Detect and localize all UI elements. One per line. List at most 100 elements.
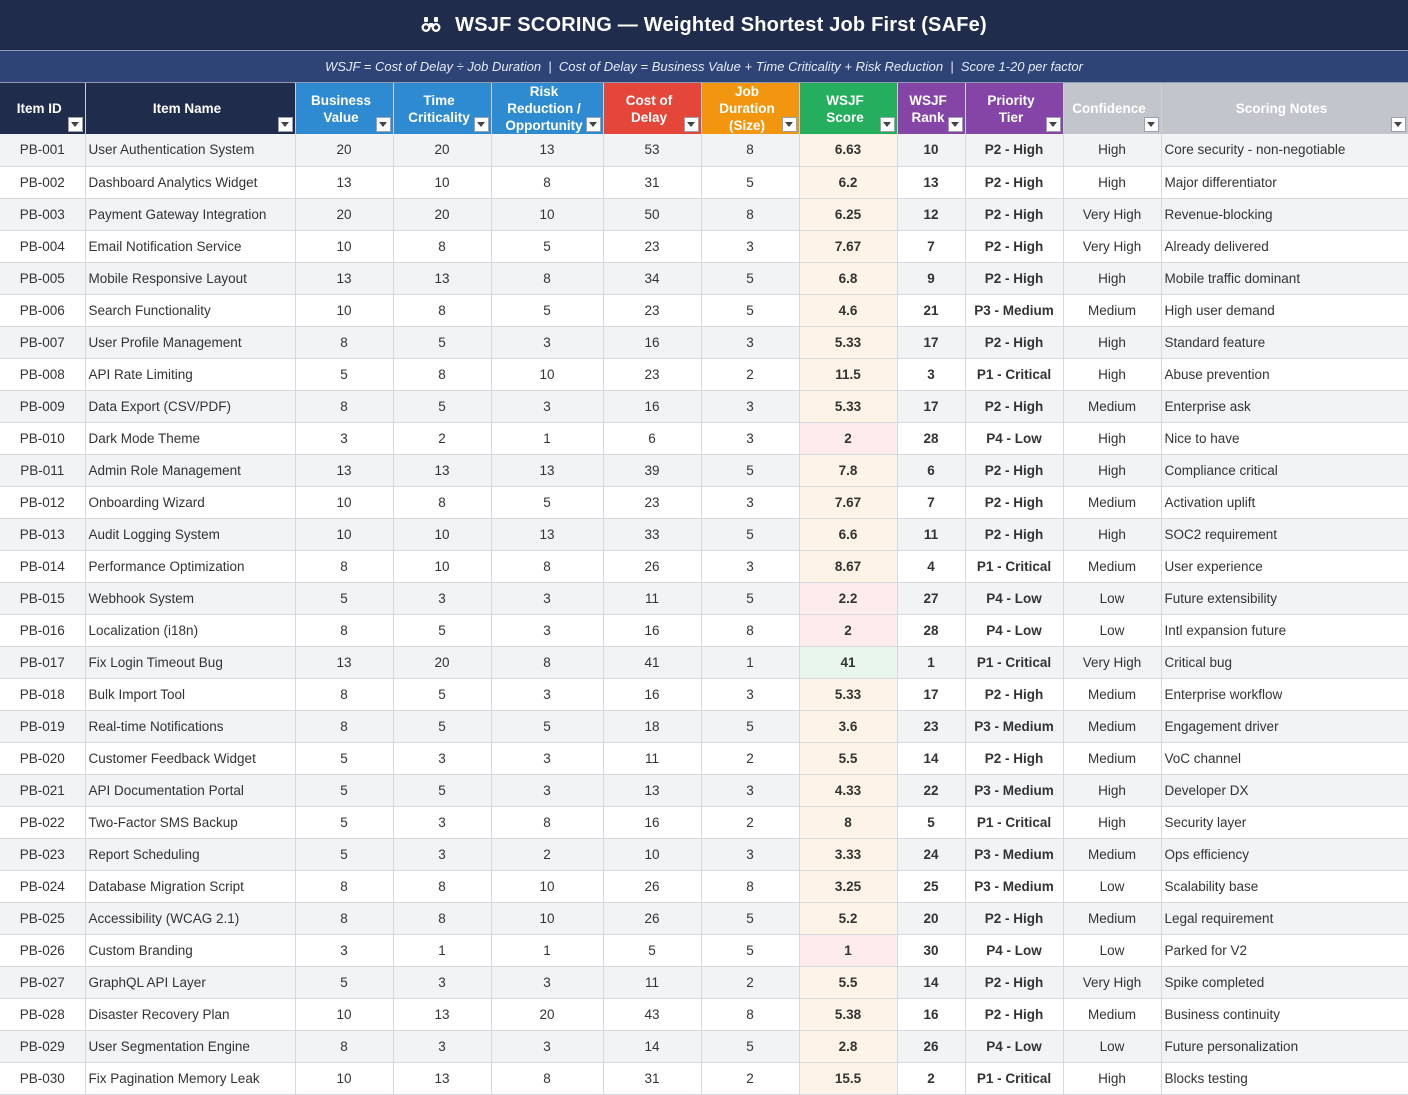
business-value-cell[interactable]: 8 — [295, 614, 394, 647]
confidence-cell[interactable]: Low — [1063, 1030, 1162, 1063]
business-value-cell[interactable]: 5 — [295, 582, 394, 615]
job-duration-cell[interactable]: 5 — [701, 518, 800, 551]
priority-tier-cell[interactable]: P2 - High — [965, 326, 1064, 359]
column-header-wsjf-score[interactable]: WSJF Score — [799, 83, 898, 134]
scoring-notes-cell[interactable]: Mobile traffic dominant — [1161, 262, 1408, 295]
scoring-notes-cell[interactable]: Activation uplift — [1161, 486, 1408, 519]
job-duration-cell[interactable]: 3 — [701, 422, 800, 455]
confidence-cell[interactable]: High — [1063, 166, 1162, 199]
cost-of-delay-cell[interactable]: 26 — [603, 550, 702, 583]
priority-tier-cell[interactable]: P4 - Low — [965, 934, 1064, 967]
item-name-cell[interactable]: Bulk Import Tool — [85, 678, 296, 711]
wsjf-score-cell[interactable]: 4.6 — [799, 294, 898, 327]
cost-of-delay-cell[interactable]: 39 — [603, 454, 702, 487]
confidence-cell[interactable]: Very High — [1063, 198, 1162, 231]
column-header-cost-of-delay[interactable]: Cost of Delay — [603, 83, 702, 134]
scoring-notes-cell[interactable]: Enterprise ask — [1161, 390, 1408, 423]
item-name-cell[interactable]: Payment Gateway Integration — [85, 198, 296, 231]
cost-of-delay-cell[interactable]: 16 — [603, 614, 702, 647]
column-header-business-value[interactable]: Business Value — [295, 83, 394, 134]
scoring-notes-cell[interactable]: Developer DX — [1161, 774, 1408, 807]
column-header-wsjf-rank[interactable]: WSJF Rank — [897, 83, 966, 134]
wsjf-score-cell[interactable]: 15.5 — [799, 1062, 898, 1095]
risk-reduction-cell[interactable]: 8 — [491, 806, 604, 839]
scoring-notes-cell[interactable]: Future extensibility — [1161, 582, 1408, 615]
scoring-notes-cell[interactable]: VoC channel — [1161, 742, 1408, 775]
table-row[interactable]: PB-006 Search Functionality 10 8 5 23 5 4.6 21 P3… — [0, 294, 1408, 327]
cost-of-delay-cell[interactable]: 50 — [603, 198, 702, 231]
confidence-cell[interactable]: Medium — [1063, 838, 1162, 871]
priority-tier-cell[interactable]: P2 - High — [965, 166, 1064, 199]
business-value-cell[interactable]: 5 — [295, 742, 394, 775]
business-value-cell[interactable]: 10 — [295, 230, 394, 263]
confidence-cell[interactable]: Medium — [1063, 710, 1162, 743]
item-name-cell[interactable]: User Authentication System — [85, 134, 296, 167]
table-row[interactable]: PB-020 Customer Feedback Widget 5 3 3 11 2 5.5 1… — [0, 742, 1408, 775]
table-row[interactable]: PB-002 Dashboard Analytics Widget 13 10 8 31 5… — [0, 166, 1408, 199]
confidence-cell[interactable]: High — [1063, 262, 1162, 295]
item-name-cell[interactable]: API Documentation Portal — [85, 774, 296, 807]
item-id-cell[interactable]: PB-007 — [0, 326, 86, 359]
wsjf-score-cell[interactable]: 3.25 — [799, 870, 898, 903]
item-id-cell[interactable]: PB-016 — [0, 614, 86, 647]
priority-tier-cell[interactable]: P3 - Medium — [965, 838, 1064, 871]
cost-of-delay-cell[interactable]: 31 — [603, 1062, 702, 1095]
wsjf-score-cell[interactable]: 2 — [799, 422, 898, 455]
priority-tier-cell[interactable]: P1 - Critical — [965, 646, 1064, 679]
table-row[interactable]: PB-010 Dark Mode Theme 3 2 1 6 3 2 28 P4 - Low Hig… — [0, 422, 1408, 455]
table-row[interactable]: PB-029 User Segmentation Engine 8 3 3 14 5 2.8 2… — [0, 1030, 1408, 1063]
wsjf-rank-cell[interactable]: 3 — [897, 358, 966, 391]
scoring-notes-cell[interactable]: Blocks testing — [1161, 1062, 1408, 1095]
time-criticality-cell[interactable]: 13 — [393, 454, 492, 487]
table-row[interactable]: PB-015 Webhook System 5 3 3 11 5 2.2 27 P4 - Low L… — [0, 582, 1408, 615]
table-row[interactable]: PB-026 Custom Branding 3 1 1 5 5 1 30 P4 - Low Low… — [0, 934, 1408, 967]
cost-of-delay-cell[interactable]: 11 — [603, 966, 702, 999]
item-id-cell[interactable]: PB-001 — [0, 134, 86, 167]
table-row[interactable]: PB-014 Performance Optimization 8 10 8 26 3 8.6… — [0, 550, 1408, 583]
table-row[interactable]: PB-025 Accessibility (WCAG 2.1) 8 8 10 26 5 5.2… — [0, 902, 1408, 935]
filter-dropdown-icon[interactable] — [1143, 117, 1159, 132]
confidence-cell[interactable]: High — [1063, 326, 1162, 359]
cost-of-delay-cell[interactable]: 26 — [603, 870, 702, 903]
scoring-notes-cell[interactable]: Spike completed — [1161, 966, 1408, 999]
time-criticality-cell[interactable]: 5 — [393, 710, 492, 743]
item-id-cell[interactable]: PB-019 — [0, 710, 86, 743]
item-name-cell[interactable]: Dark Mode Theme — [85, 422, 296, 455]
job-duration-cell[interactable]: 5 — [701, 902, 800, 935]
wsjf-rank-cell[interactable]: 28 — [897, 614, 966, 647]
column-header-confidence[interactable]: Confidence — [1063, 83, 1162, 134]
cost-of-delay-cell[interactable]: 16 — [603, 326, 702, 359]
risk-reduction-cell[interactable]: 13 — [491, 454, 604, 487]
risk-reduction-cell[interactable]: 13 — [491, 518, 604, 551]
priority-tier-cell[interactable]: P4 - Low — [965, 614, 1064, 647]
scoring-notes-cell[interactable]: Core security - non-negotiable — [1161, 134, 1408, 167]
wsjf-rank-cell[interactable]: 9 — [897, 262, 966, 295]
priority-tier-cell[interactable]: P3 - Medium — [965, 710, 1064, 743]
priority-tier-cell[interactable]: P4 - Low — [965, 1030, 1064, 1063]
table-row[interactable]: PB-003 Payment Gateway Integration 20 20 10 5… — [0, 198, 1408, 231]
confidence-cell[interactable]: High — [1063, 518, 1162, 551]
confidence-cell[interactable]: Very High — [1063, 966, 1162, 999]
column-header-job-duration[interactable]: Job Duration (Size) — [701, 83, 800, 134]
business-value-cell[interactable]: 20 — [295, 198, 394, 231]
business-value-cell[interactable]: 13 — [295, 646, 394, 679]
item-name-cell[interactable]: Search Functionality — [85, 294, 296, 327]
business-value-cell[interactable]: 5 — [295, 774, 394, 807]
cost-of-delay-cell[interactable]: 23 — [603, 358, 702, 391]
cost-of-delay-cell[interactable]: 6 — [603, 422, 702, 455]
priority-tier-cell[interactable]: P2 - High — [965, 486, 1064, 519]
risk-reduction-cell[interactable]: 5 — [491, 710, 604, 743]
wsjf-rank-cell[interactable]: 11 — [897, 518, 966, 551]
wsjf-score-cell[interactable]: 8.67 — [799, 550, 898, 583]
priority-tier-cell[interactable]: P2 - High — [965, 262, 1064, 295]
scoring-notes-cell[interactable]: High user demand — [1161, 294, 1408, 327]
item-name-cell[interactable]: Mobile Responsive Layout — [85, 262, 296, 295]
business-value-cell[interactable]: 8 — [295, 326, 394, 359]
cost-of-delay-cell[interactable]: 14 — [603, 1030, 702, 1063]
risk-reduction-cell[interactable]: 10 — [491, 358, 604, 391]
time-criticality-cell[interactable]: 8 — [393, 294, 492, 327]
time-criticality-cell[interactable]: 8 — [393, 486, 492, 519]
wsjf-score-cell[interactable]: 7.67 — [799, 486, 898, 519]
confidence-cell[interactable]: Medium — [1063, 902, 1162, 935]
confidence-cell[interactable]: Medium — [1063, 294, 1162, 327]
